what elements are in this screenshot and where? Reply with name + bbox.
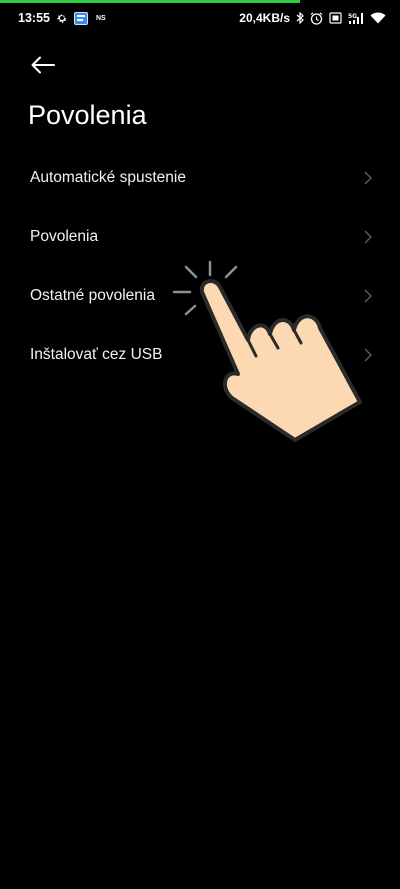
chevron-right-icon bbox=[364, 229, 372, 244]
status-bar: 13:55 NS 20,4KB/s 5G bbox=[0, 3, 400, 33]
status-bar-left: 13:55 NS bbox=[18, 11, 106, 25]
app-notification-icon bbox=[73, 11, 88, 25]
bluetooth-icon bbox=[296, 12, 304, 24]
svg-text:5G: 5G bbox=[348, 13, 357, 20]
network-speed: 20,4KB/s bbox=[239, 11, 290, 25]
chevron-right-icon bbox=[364, 288, 372, 303]
menu-item-label: Povolenia bbox=[30, 227, 99, 245]
arrow-left-icon bbox=[31, 56, 55, 74]
status-bar-right: 20,4KB/s 5G bbox=[239, 11, 386, 25]
menu-item-label: Inštalovať cez USB bbox=[30, 345, 163, 363]
permissions-menu-list: Automatické spustenie Povolenia Ostatné … bbox=[0, 148, 400, 384]
vibrate-icon bbox=[329, 12, 342, 24]
gear-icon bbox=[56, 12, 68, 24]
page-title: Povolenia bbox=[28, 100, 147, 130]
chevron-right-icon bbox=[364, 170, 372, 185]
alarm-icon bbox=[310, 12, 323, 25]
status-time: 13:55 bbox=[18, 11, 50, 25]
menu-item-label: Automatické spustenie bbox=[30, 168, 186, 186]
back-button[interactable] bbox=[26, 50, 60, 80]
menu-item-label: Ostatné povolenia bbox=[30, 286, 155, 304]
menu-item-autostart[interactable]: Automatické spustenie bbox=[0, 148, 400, 207]
menu-item-other-permissions[interactable]: Ostatné povolenia bbox=[0, 266, 400, 325]
menu-item-install-via-usb[interactable]: Inštalovať cez USB bbox=[0, 325, 400, 384]
wifi-icon bbox=[370, 12, 386, 24]
chevron-right-icon bbox=[364, 347, 372, 362]
notification-ns-label: NS bbox=[95, 14, 106, 22]
menu-item-permissions[interactable]: Povolenia bbox=[0, 207, 400, 266]
signal-5g-icon: 5G bbox=[348, 12, 364, 25]
